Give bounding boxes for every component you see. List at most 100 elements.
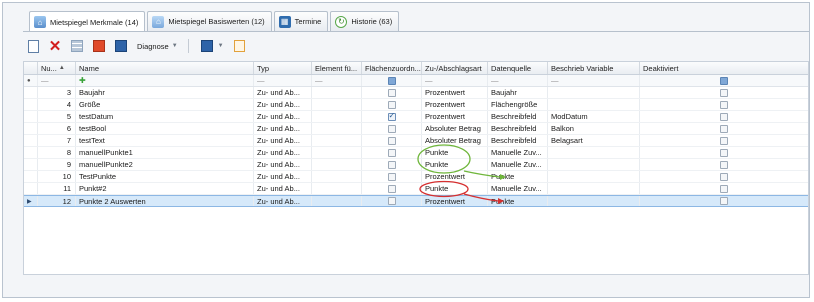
cell-deaktiviert[interactable] xyxy=(640,196,808,206)
cell-flaechenzuordnung[interactable] xyxy=(362,99,422,110)
cell-beschrieb-variable xyxy=(548,196,640,206)
column-header-nummer[interactable]: Nu... ▲ xyxy=(38,62,76,74)
cell-deaktiviert[interactable] xyxy=(640,135,808,146)
table-row[interactable]: 7 testText Zu- und Ab... Absoluter Betrag Be… xyxy=(24,135,808,147)
cell-deaktiviert[interactable] xyxy=(640,183,808,194)
filter-flaeche[interactable] xyxy=(362,75,422,86)
cell-datenquelle: Beschreibfeld xyxy=(488,111,548,122)
checkbox[interactable] xyxy=(387,172,396,181)
row-indicator[interactable] xyxy=(24,111,38,122)
tab-mietspiegel-merkmale[interactable]: ⌂ Mietspiegel Merkmale (14) xyxy=(29,11,146,32)
report-icon xyxy=(115,40,127,52)
filter-deaktiviert[interactable] xyxy=(640,75,808,86)
filter-element[interactable]: — xyxy=(312,75,362,86)
checkbox[interactable] xyxy=(387,160,396,169)
table-row[interactable]: 3 Baujahr Zu- und Ab... Prozentwert Baujahr xyxy=(24,87,808,99)
column-header-deaktiviert[interactable]: Deaktiviert xyxy=(640,62,808,74)
row-indicator[interactable] xyxy=(24,123,38,134)
cell-flaechenzuordnung[interactable] xyxy=(362,171,422,182)
cell-flaechenzuordnung[interactable] xyxy=(362,135,422,146)
checkbox[interactable] xyxy=(720,172,728,181)
checkbox[interactable] xyxy=(720,112,728,121)
cell-flaechenzuordnung[interactable] xyxy=(362,159,422,170)
report-button[interactable] xyxy=(113,38,129,54)
filter-datenquelle[interactable]: — xyxy=(488,75,548,86)
cell-name: manuellPunkte2 xyxy=(76,159,254,170)
filter-name[interactable]: ✚ xyxy=(76,75,254,86)
table-row[interactable]: ▶ 12 Punkte 2 Auswerten Zu- und Ab... Prozen… xyxy=(24,195,808,207)
column-header-typ[interactable]: Typ xyxy=(254,62,312,74)
checkbox[interactable] xyxy=(387,197,396,205)
cell-deaktiviert[interactable] xyxy=(640,159,808,170)
column-header-beschrieb-variable[interactable]: Beschrieb Variable xyxy=(548,62,640,74)
edit-button[interactable] xyxy=(232,38,248,54)
checkbox[interactable] xyxy=(387,100,396,109)
checkbox[interactable] xyxy=(387,184,396,193)
window-frame: ⌂ Mietspiegel Merkmale (14) ⌂ Mietspiege… xyxy=(2,2,810,298)
row-indicator[interactable] xyxy=(24,159,38,170)
tab-historie[interactable]: ↻ Historie (63) xyxy=(330,11,400,31)
table-row[interactable]: 5testDatumZu- und Ab... ProzentwertBeschr… xyxy=(24,111,808,123)
layout-dropdown[interactable]: ▼ xyxy=(197,38,226,54)
row-indicator[interactable] xyxy=(24,147,38,158)
cell-deaktiviert[interactable] xyxy=(640,111,808,122)
row-indicator[interactable] xyxy=(24,87,38,98)
cell-datenquelle: Manuelle Zuv... xyxy=(488,183,548,194)
checkbox[interactable] xyxy=(720,197,728,205)
checkbox[interactable] xyxy=(387,111,396,121)
checkbox[interactable] xyxy=(720,148,728,157)
diagnose-dropdown[interactable]: Diagnose ▼ xyxy=(135,42,180,51)
table-row[interactable]: 6 testBool Zu- und Ab... Absoluter Betrag Be… xyxy=(24,123,808,135)
cell-deaktiviert[interactable] xyxy=(640,99,808,110)
checkbox[interactable] xyxy=(720,136,728,145)
cell-zuabschlagsart: Punkte xyxy=(422,147,488,158)
cell-deaktiviert[interactable] xyxy=(640,147,808,158)
cell-flaechenzuordnung[interactable] xyxy=(362,196,422,206)
table-row[interactable]: 11 Punkt#2 Zu- und Ab... Punkte Manuelle Zuv… xyxy=(24,183,808,195)
checkbox[interactable] xyxy=(720,88,728,97)
checkbox[interactable] xyxy=(387,124,396,133)
checkbox[interactable] xyxy=(720,184,728,193)
cell-flaechenzuordnung[interactable] xyxy=(362,111,422,122)
new-button[interactable] xyxy=(25,38,41,54)
filter-typ[interactable]: — xyxy=(254,75,312,86)
checkbox[interactable] xyxy=(387,136,396,145)
tab-termine[interactable]: ▦ Termine xyxy=(273,11,329,31)
delete-button[interactable]: ✕ xyxy=(47,38,63,54)
filter-nummer[interactable]: — xyxy=(38,75,76,86)
filter-zuabschlagsart[interactable]: — xyxy=(422,75,488,86)
row-indicator[interactable] xyxy=(24,99,38,110)
filter-checkbox[interactable] xyxy=(387,76,396,85)
column-header-name[interactable]: Name xyxy=(76,62,254,74)
column-header-element[interactable]: Element fü... xyxy=(312,62,362,74)
table-row[interactable]: 4 Größe Zu- und Ab... Prozentwert Flächengrö… xyxy=(24,99,808,111)
cell-flaechenzuordnung[interactable] xyxy=(362,183,422,194)
grid-view-button[interactable] xyxy=(69,38,85,54)
cell-flaechenzuordnung[interactable] xyxy=(362,123,422,134)
column-header-flaechenzuordnung[interactable]: Flächenzuordn... xyxy=(362,62,422,74)
checkbox[interactable] xyxy=(720,124,728,133)
checkbox[interactable] xyxy=(720,100,728,109)
cell-deaktiviert[interactable] xyxy=(640,123,808,134)
tab-mietspiegel-basiswerten[interactable]: ⌂ Mietspiegel Basiswerten (12) xyxy=(147,11,272,31)
row-indicator[interactable] xyxy=(24,183,38,194)
table-row[interactable]: 10 TestPunkte Zu- und Ab... Prozentwert Punk… xyxy=(24,171,808,183)
row-indicator[interactable] xyxy=(24,135,38,146)
row-indicator[interactable] xyxy=(24,171,38,182)
cell-deaktiviert[interactable] xyxy=(640,87,808,98)
table-row[interactable]: 8 manuellPunkte1 Zu- und Ab... Punkte Manuel… xyxy=(24,147,808,159)
cell-flaechenzuordnung[interactable] xyxy=(362,87,422,98)
filter-checkbox[interactable] xyxy=(720,76,728,85)
table-row[interactable]: 9 manuellPunkte2 Zu- und Ab... Punkte Manuel… xyxy=(24,159,808,171)
cell-element xyxy=(312,135,362,146)
filter-beschrieb[interactable]: — xyxy=(548,75,640,86)
cell-flaechenzuordnung[interactable] xyxy=(362,147,422,158)
row-indicator[interactable]: ▶ xyxy=(24,196,38,206)
cell-deaktiviert[interactable] xyxy=(640,171,808,182)
checkbox[interactable] xyxy=(387,148,396,157)
column-header-zuabschlagsart[interactable]: Zu-/Abschlagsart xyxy=(422,62,488,74)
checkbox[interactable] xyxy=(720,160,728,169)
export-button[interactable] xyxy=(91,38,107,54)
column-header-datenquelle[interactable]: Datenquelle xyxy=(488,62,548,74)
checkbox[interactable] xyxy=(387,88,396,97)
